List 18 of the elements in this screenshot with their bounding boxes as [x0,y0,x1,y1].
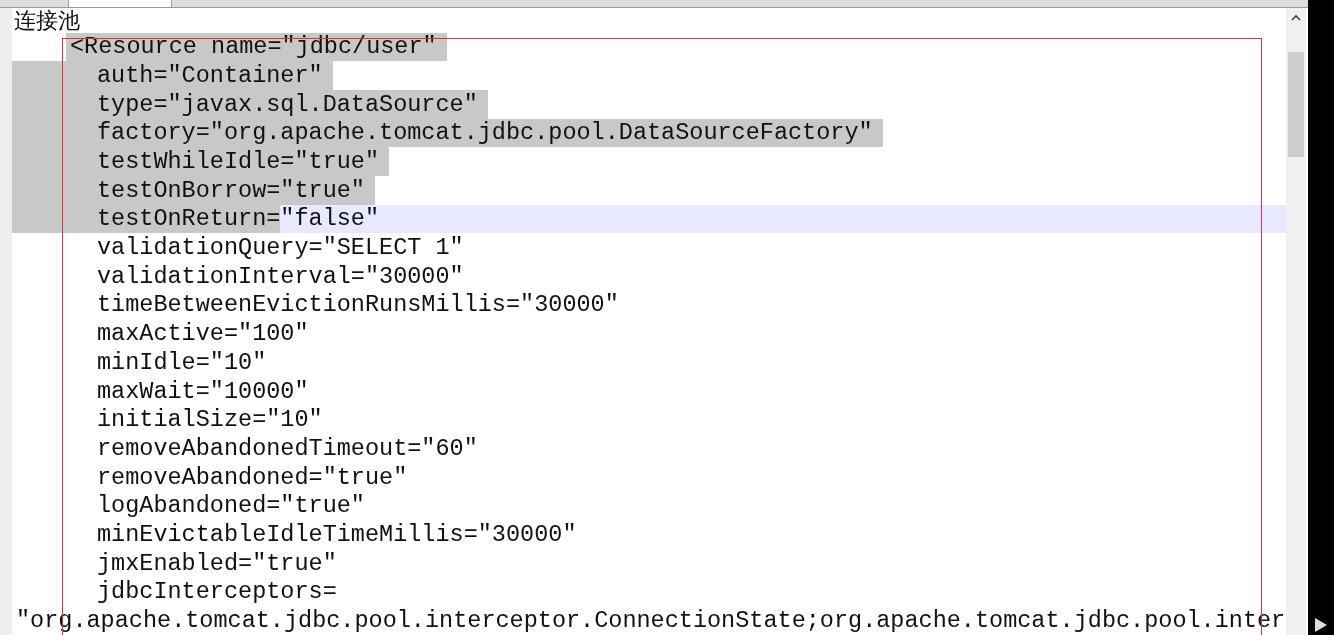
code-line: removeAbandoned="true" [96,462,409,492]
code-line: jmxEnabled="true" [96,548,338,578]
code-line: logAbandoned="true" [96,491,366,521]
code-line: validationInterval="30000" [96,262,465,291]
code-line: validationQuery="SELECT 1" [96,233,465,263]
code-line: removeAbandonedTimeout="60" [96,434,479,463]
code-line: initialSize="10" [96,405,324,435]
code-line: maxWait="10000" [96,376,310,406]
code-line: maxActive="100" [96,319,310,349]
code-line: timeBetweenEvictionRunsMillis="30000" [96,290,620,320]
scrollbar-thumb[interactable] [1288,52,1304,157]
scroll-up-icon[interactable] [1291,14,1301,22]
scrollbar[interactable] [1286,8,1306,635]
code-line: minIdle="10" [96,348,268,377]
play-icon[interactable] [1314,617,1328,633]
code-line: jdbcInterceptors= [96,577,338,607]
heading: 连接池 [13,8,81,33]
code-line: minEvictableIdleTimeMillis="30000" [96,520,578,549]
